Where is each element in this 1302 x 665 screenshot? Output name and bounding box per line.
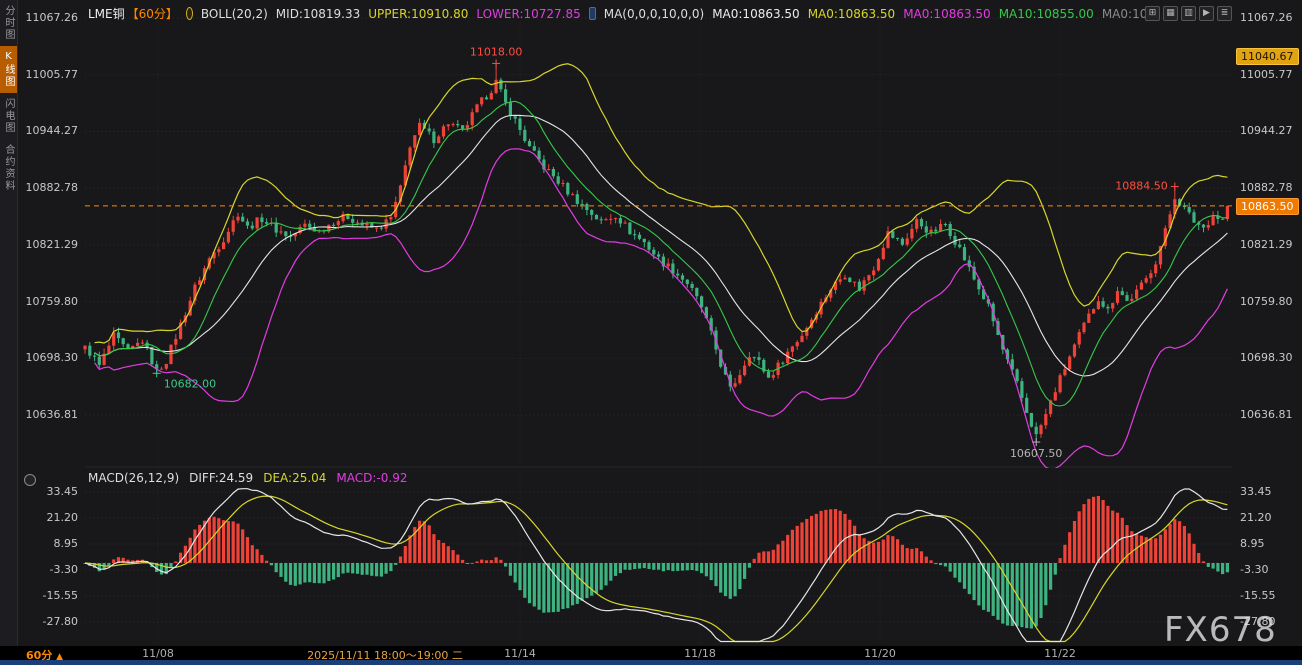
ma-group-label: MA(0,0,0,10,0,0) <box>604 7 704 21</box>
time-axis-bar: 60分 ▲ 2025/11/11 18:00～19:00 二 11/0811/1… <box>0 646 1302 660</box>
sidebar-item-flash-chart[interactable]: 闪电图 <box>0 93 17 139</box>
sidebar-item-time-chart[interactable]: 分时图 <box>0 0 17 46</box>
price-annotation: 10884.50 <box>1115 180 1168 193</box>
expand-icon[interactable]: ⊞ <box>1145 6 1160 21</box>
price-annotation: 10607.50 <box>1010 447 1063 460</box>
layout-columns-icon[interactable]: ▥ <box>1181 6 1196 21</box>
ma-value: MA10:10855.00 <box>999 7 1094 21</box>
boll-lower-value: LOWER:10727.85 <box>476 7 580 21</box>
time-axis-label: 11/18 <box>672 647 728 660</box>
trading-chart-app: 11018.00 10682.00 10884.50 10607.50 分时图 K线图… <box>0 0 1302 665</box>
time-axis-label: 11/20 <box>852 647 908 660</box>
macd-settings-icon[interactable] <box>24 474 36 486</box>
time-axis-label: 11/22 <box>1032 647 1088 660</box>
price-chart-canvas[interactable]: 11018.00 10682.00 10884.50 10607.50 <box>0 0 1302 665</box>
macd-dea-value: DEA:25.04 <box>263 471 326 485</box>
macd-diff-value: DIFF:24.59 <box>189 471 253 485</box>
boll-settings-icon[interactable] <box>186 7 193 20</box>
macd-layer <box>83 489 1229 642</box>
ma-settings-icon[interactable] <box>589 7 596 20</box>
symbol-title: LME铜 <box>88 5 125 22</box>
price-annotation: 11018.00 <box>470 45 523 58</box>
ma-value: MA0:10863.50 <box>903 7 991 21</box>
macd-macd-value: MACD:-0.92 <box>336 471 407 485</box>
boll-label: BOLL(20,2) <box>201 7 268 21</box>
macd-label: MACD(26,12,9) <box>88 471 179 485</box>
layout-grid-icon[interactable]: ▦ <box>1163 6 1178 21</box>
window-bottom-strip <box>0 660 1302 665</box>
period-title: 【60分】 <box>127 5 178 22</box>
sidebar-item-kline-chart[interactable]: K线图 <box>0 46 17 93</box>
price-annotation: 10682.00 <box>164 377 217 390</box>
chart-type-sidebar: 分时图 K线图 闪电图 合约资料 <box>0 0 18 648</box>
last-price-badge: 10863.50 <box>1236 198 1299 215</box>
macd-header: MACD(26,12,9) DIFF:24.59 DEA:25.04 MACD:… <box>88 471 407 485</box>
candles-layer <box>83 63 1229 469</box>
watermark: FX678 <box>1164 610 1277 650</box>
play-icon[interactable]: ▶ <box>1199 6 1214 21</box>
ma-value: MA0:10863.50 <box>808 7 896 21</box>
sidebar-item-contract-info[interactable]: 合约资料 <box>0 139 17 197</box>
chart-tool-icons: ⊞▦▥▶≣ <box>1145 6 1232 21</box>
indicator-toolbar: LME铜【60分】 BOLL(20,2) MID:10819.33 UPPER:… <box>88 5 1163 22</box>
ma-value: MA0:10863.50 <box>712 7 800 21</box>
menu-icon[interactable]: ≣ <box>1217 6 1232 21</box>
session-high-badge: 11040.67 <box>1236 48 1299 65</box>
boll-mid-value: MID:10819.33 <box>276 7 360 21</box>
ma-values: MA0:10863.50 MA0:10863.50 MA0:10863.50 MA10… <box>712 7 1163 21</box>
time-axis-label: 11/08 <box>130 647 186 660</box>
time-axis-label: 11/14 <box>492 647 548 660</box>
boll-upper-value: UPPER:10910.80 <box>368 7 468 21</box>
